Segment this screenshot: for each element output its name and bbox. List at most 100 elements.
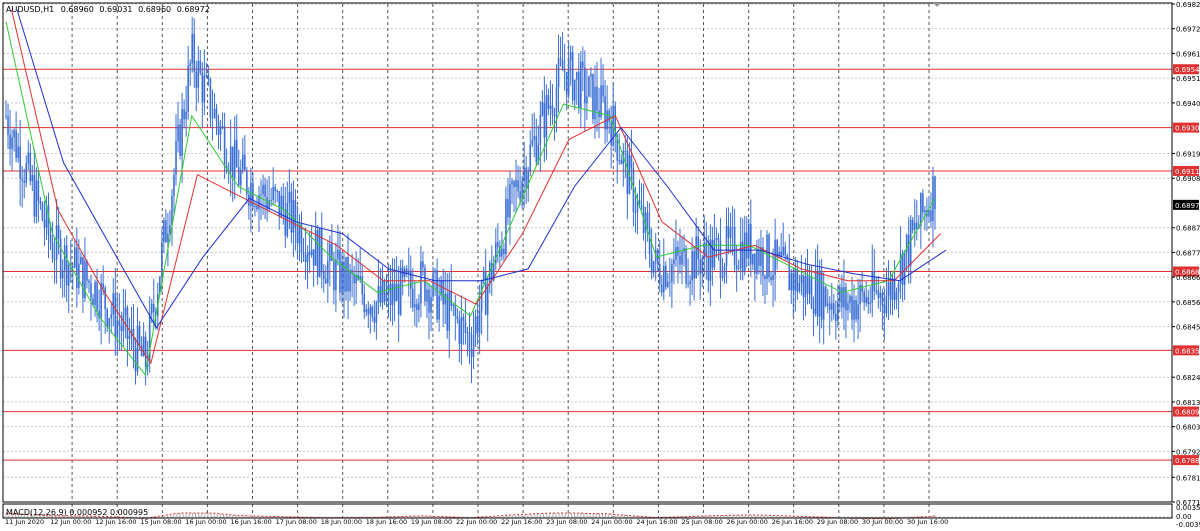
candle-body — [349, 269, 351, 292]
candle-body — [29, 152, 32, 182]
candle-body — [274, 186, 276, 191]
candle-body — [545, 95, 548, 138]
candle-body — [272, 186, 274, 200]
candle-body — [863, 291, 865, 303]
candle-body — [329, 243, 331, 262]
candle-body — [826, 303, 829, 306]
candle-body — [288, 191, 291, 203]
level-badge-label: 0.68094 — [1175, 409, 1200, 417]
candle-body — [624, 150, 627, 152]
candle-body — [61, 270, 64, 279]
candle-body — [741, 241, 744, 272]
price-tick-label: 0.69405 — [1176, 100, 1200, 108]
candle-body — [735, 265, 738, 269]
candle-body — [662, 265, 665, 293]
candle-body — [476, 316, 479, 334]
candle-body — [132, 329, 135, 348]
candle-body — [71, 266, 74, 268]
price-tick-label: 0.68455 — [1176, 324, 1200, 332]
candle-body — [790, 273, 793, 291]
candle-body — [327, 261, 329, 284]
candle-body — [203, 75, 206, 103]
candle-body — [592, 74, 594, 120]
candle-body — [219, 126, 222, 135]
candle-body — [387, 283, 390, 293]
candle-body — [254, 205, 256, 208]
candle-body — [35, 180, 38, 217]
candle-body — [74, 247, 76, 268]
candle-body — [897, 283, 900, 292]
candle-body — [501, 248, 503, 257]
time-axis-label: 16 Jun 16:00 — [231, 518, 272, 526]
candle-body — [395, 283, 398, 301]
candle-body — [658, 263, 661, 285]
candle-body — [15, 130, 17, 158]
time-axis-label: 11 Jun 2020 — [5, 518, 44, 526]
candle-body — [391, 283, 394, 306]
candle-body — [610, 122, 612, 146]
candle-body — [215, 108, 218, 122]
candle-body — [436, 270, 438, 320]
candle-body — [322, 271, 325, 280]
candle-body — [930, 210, 932, 222]
candle-body — [150, 303, 153, 314]
candle-body — [195, 71, 198, 88]
price-tick-label: 0.68560 — [1176, 299, 1200, 307]
candle-body — [409, 270, 412, 289]
candle-body — [559, 58, 562, 61]
candle-body — [924, 210, 926, 213]
candle-body — [464, 320, 467, 333]
candle-body — [189, 63, 191, 66]
candle-body — [693, 251, 695, 279]
candle-body — [412, 288, 414, 308]
candle-body — [626, 150, 629, 194]
chart-window[interactable]: 0.695480.693000.691160.686890.683540.680… — [0, 0, 1200, 529]
candle-body — [11, 137, 13, 149]
time-axis-label: 18 Jun 00:00 — [321, 518, 362, 526]
candle-body — [347, 256, 349, 292]
candle-body — [377, 286, 380, 303]
candle-body — [324, 279, 327, 284]
candle-body — [102, 283, 104, 288]
price-tick-label: 0.68875 — [1176, 225, 1200, 233]
candle-body — [63, 245, 66, 271]
candle-body — [802, 274, 805, 297]
candle-body — [458, 319, 461, 345]
macd-tick-label: 0.00 — [1176, 513, 1192, 521]
candle-body — [138, 325, 141, 346]
candle-body — [106, 309, 108, 327]
candle-body — [432, 272, 434, 297]
candle-body — [691, 251, 693, 281]
candle-body — [363, 294, 366, 313]
candle-body — [600, 85, 602, 118]
candle-body — [482, 271, 485, 281]
candle-body — [207, 75, 210, 79]
candle-body — [673, 259, 675, 265]
candle-body — [920, 193, 922, 226]
candle-body — [41, 203, 44, 220]
candle-body — [397, 283, 400, 315]
candle-body — [901, 254, 904, 285]
candle-body — [385, 292, 388, 302]
price-tick-label: 0.67815 — [1176, 474, 1200, 482]
candle-body — [630, 155, 633, 169]
candle-body — [39, 200, 42, 204]
candle-body — [304, 255, 307, 263]
candle-body — [239, 169, 242, 185]
macd-tick-label: 0.00353 — [1176, 504, 1200, 512]
candle-body — [883, 305, 886, 314]
candle-body — [7, 116, 9, 135]
candle-body — [752, 253, 754, 265]
candle-body — [689, 280, 691, 285]
candle-body — [519, 191, 521, 200]
candle-body — [533, 135, 536, 141]
candle-body — [853, 300, 855, 320]
candle-body — [529, 144, 532, 171]
candle-body — [851, 296, 853, 320]
candle-body — [270, 199, 272, 201]
candle-body — [928, 210, 930, 217]
candle-body — [49, 234, 52, 243]
candle-body — [586, 96, 588, 104]
candle-body — [725, 225, 728, 267]
candle-body — [104, 287, 106, 310]
